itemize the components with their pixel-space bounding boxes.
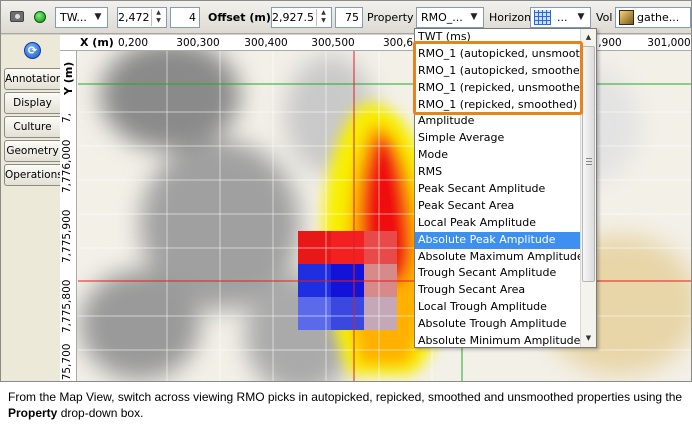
x-tick-label: 300,6: [382, 37, 414, 49]
tab-operations[interactable]: Operations: [4, 164, 63, 186]
property-select[interactable]: RMO_... ▼: [416, 7, 484, 28]
property-option[interactable]: Absolute Trough Amplitude: [415, 316, 581, 333]
property-option[interactable]: Absolute Minimum Amplitude: [415, 333, 581, 347]
property-option[interactable]: Local Trough Amplitude: [415, 299, 581, 316]
offset-step-field[interactable]: 75: [335, 7, 363, 28]
camera-icon[interactable]: [10, 11, 24, 22]
horizon-select-value: ...: [557, 11, 568, 24]
x-tick-label: 300,500: [311, 37, 355, 49]
trace-step-value: 4: [189, 11, 196, 24]
property-option[interactable]: Amplitude: [415, 113, 581, 130]
chevron-down-icon: ▼: [470, 12, 478, 22]
property-option[interactable]: Peak Secant Area: [415, 198, 581, 215]
tab-label: Geometry: [6, 145, 59, 157]
y-tick-label: 7,775,900: [61, 209, 73, 263]
property-option[interactable]: Mode: [415, 147, 581, 164]
property-option[interactable]: RMS: [415, 164, 581, 181]
property-option[interactable]: Trough Secant Amplitude: [415, 265, 581, 282]
property-option[interactable]: RMO_1 (autopicked, unsmoothed): [415, 46, 596, 63]
offset-label: Offset (m): [208, 11, 271, 24]
tab-display[interactable]: Display: [4, 92, 60, 114]
trace-step-field[interactable]: 4: [170, 7, 200, 28]
y-axis: Y (m) 7, 7,776,000 7,775,900 7,775,800 7…: [60, 51, 77, 382]
x-tick-label: 0,200: [117, 37, 149, 49]
chevron-down-icon: ▼: [94, 12, 102, 22]
dropdown-scrollbar[interactable]: ▲ ▼: [580, 29, 596, 347]
tab-annotation[interactable]: Annotation: [4, 68, 63, 90]
spinner-arrows-icon[interactable]: ▲ ▼: [316, 9, 330, 26]
spinner-arrows-icon[interactable]: ▲ ▼: [151, 9, 165, 26]
property-options: TWT (ms) RMO_1 (autopicked, unsmoothed) …: [415, 29, 596, 347]
offset-step-value: 75: [345, 11, 359, 24]
offset-value: 2,927.5: [272, 11, 314, 24]
scroll-up-icon[interactable]: ▲: [581, 30, 596, 45]
property-option[interactable]: Local Peak Amplitude: [415, 215, 581, 232]
domain-select-value: TW...: [60, 11, 87, 24]
scroll-down-icon[interactable]: ▼: [581, 331, 596, 346]
y-tick-label: 7,775,700: [61, 343, 73, 382]
caption-text-end: drop-down box.: [57, 406, 144, 420]
chevron-down-icon: ▼: [577, 12, 585, 22]
property-label: Property: [367, 11, 414, 24]
offset-stepper[interactable]: 2,927.5 ▲ ▼: [271, 7, 332, 28]
tab-label: Operations: [5, 169, 63, 181]
vol-label: Vol: [596, 11, 613, 24]
x-tick-label: ,900: [598, 37, 622, 49]
trace-start-stepper[interactable]: 2,472 ▲ ▼: [117, 7, 167, 28]
status-green-dot-icon[interactable]: [34, 11, 46, 23]
tab-geometry[interactable]: Geometry: [4, 140, 60, 162]
map-view-window: TW... ▼ 2,472 ▲ ▼ 4 Offset (m) 2,927.5 ▲ ▼…: [0, 0, 692, 382]
volume-select-value: gathe...: [637, 11, 680, 24]
scrollbar-thumb[interactable]: [582, 46, 595, 282]
property-option[interactable]: Absolute Maximum Amplitude: [415, 249, 584, 266]
tab-culture[interactable]: Culture: [4, 116, 60, 138]
property-option[interactable]: Simple Average: [415, 130, 581, 147]
y-axis-label: Y (m): [62, 61, 75, 95]
property-dropdown-list[interactable]: TWT (ms) RMO_1 (autopicked, unsmoothed) …: [414, 28, 597, 348]
property-option[interactable]: RMO_1 (autopicked, smoothed): [415, 63, 591, 80]
tab-label: Culture: [13, 121, 52, 133]
side-tab-strip: ⟳ Annotation Display Culture Geometry Op…: [1, 35, 63, 381]
horizon-select[interactable]: ... ▼: [530, 7, 591, 28]
x-tick-label: 300,400: [244, 37, 288, 49]
y-tick-label: 7,775,800: [61, 279, 73, 333]
figure-caption: From the Map View, switch across viewing…: [8, 389, 688, 421]
volume-cube-icon: [619, 10, 634, 25]
tab-label: Annotation: [5, 73, 63, 85]
x-tick-label: 300,300: [176, 37, 220, 49]
refresh-icon[interactable]: ⟳: [24, 42, 41, 59]
property-option[interactable]: RMO_1 (repicked, smoothed): [415, 97, 581, 114]
trace-start-value: 2,472: [118, 11, 150, 24]
caption-bold: Property: [8, 406, 58, 420]
y-tick-label: 7,: [61, 112, 73, 123]
property-option-selected[interactable]: Absolute Peak Amplitude: [415, 231, 581, 249]
domain-select[interactable]: TW... ▼: [55, 7, 108, 28]
x-tick-label: 301,000: [647, 37, 691, 49]
tab-label: Display: [13, 97, 52, 109]
property-option[interactable]: TWT (ms): [415, 29, 581, 46]
property-option[interactable]: Trough Secant Area: [415, 282, 581, 299]
property-option[interactable]: Peak Secant Amplitude: [415, 181, 581, 198]
y-tick-label: 7,776,000: [61, 139, 73, 193]
caption-text: From the Map View, switch across viewing…: [8, 390, 683, 404]
horizon-label: Horizon: [489, 11, 532, 24]
property-select-value: RMO_...: [421, 11, 463, 24]
volume-select[interactable]: gathe...: [615, 7, 691, 28]
x-axis-label: X (m): [80, 36, 114, 49]
property-option[interactable]: RMO_1 (repicked, unsmoothed): [415, 80, 591, 97]
horizon-grid-icon: [534, 10, 551, 25]
